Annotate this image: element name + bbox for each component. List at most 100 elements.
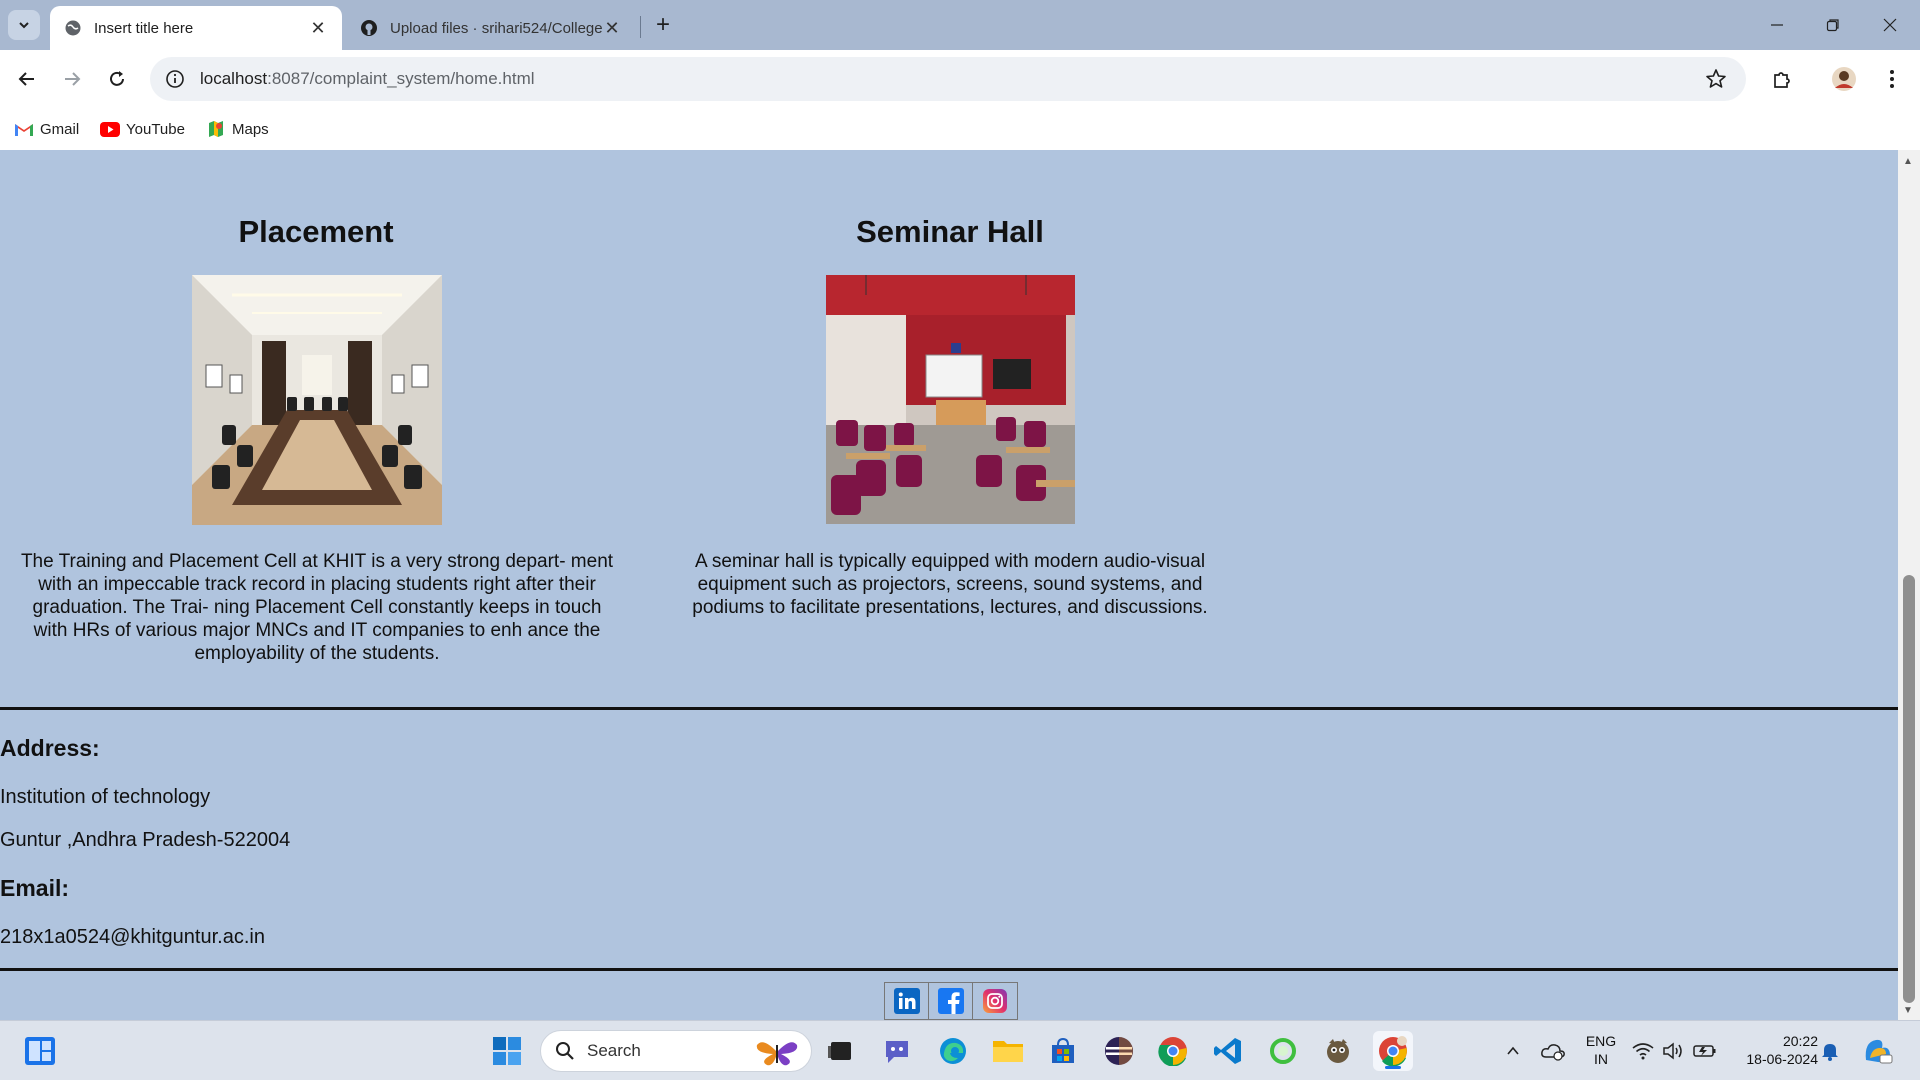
card-title-seminar-hall: Seminar Hall [856,214,1044,249]
edge-browser-icon[interactable] [933,1031,973,1071]
seminar-hall-photo [826,275,1075,524]
address-heading: Address: [0,735,100,761]
language-line-1: ENG [1585,1033,1617,1049]
language-line-2: IN [1594,1051,1608,1067]
card-description-placement: The Training and Placement Cell at KHIT … [20,551,614,664]
clock[interactable]: 20:22 18-06-2024 [1732,1032,1818,1068]
tab-insert-title[interactable]: Insert title here ✕ [50,6,342,50]
notification-bell-icon[interactable] [1815,1031,1845,1071]
email-text: 218x1a0524@khitguntur.ac.in [0,926,265,948]
github-icon [360,19,378,37]
site-info-icon[interactable] [164,68,186,90]
instagram-icon[interactable] [973,983,1017,1019]
restore-button[interactable] [1818,10,1848,40]
close-window-button[interactable] [1875,10,1905,40]
volume-icon[interactable] [1658,1031,1688,1071]
butterfly-icon [756,1042,798,1066]
microsoft-store-icon[interactable] [1043,1031,1083,1071]
wifi-icon[interactable] [1628,1031,1658,1071]
tab-search-button[interactable] [8,10,40,40]
close-icon[interactable]: ✕ [308,18,328,38]
gimp-app-icon[interactable] [1318,1031,1358,1071]
linkedin-icon[interactable] [885,983,929,1019]
vscode-icon[interactable] [1208,1031,1248,1071]
back-button[interactable] [11,63,43,95]
footer-divider [0,707,1898,710]
browser-menu-button[interactable] [1876,63,1908,95]
bookmark-gmail[interactable]: Gmail [14,116,79,142]
card-title-placement: Placement [238,214,394,249]
extensions-button[interactable] [1766,63,1798,95]
address-line-2: Guntur ,Andhra Pradesh-522004 [0,829,291,851]
task-view-icon[interactable] [821,1031,861,1071]
arrow-left-icon [18,72,34,86]
chevron-up-icon[interactable] [1493,1031,1533,1071]
bookmark-star-icon[interactable] [1704,67,1728,91]
bookmark-label: Gmail [40,120,80,138]
file-explorer-icon[interactable] [988,1031,1028,1071]
address-bar[interactable]: localhost:8087/complaint_system/home.htm… [150,57,1746,101]
search-placeholder: Search [587,1041,641,1060]
app-ring-icon[interactable] [1263,1031,1303,1071]
copilot-icon[interactable] [1858,1031,1898,1071]
tab-separator [640,16,641,38]
bookmark-maps[interactable]: Maps [206,116,269,142]
reload-button[interactable] [101,63,133,95]
globe-icon [64,19,82,37]
widgets-icon[interactable] [20,1031,60,1071]
tab-title: Insert title here [94,19,194,37]
url-text: localhost:8087/complaint_system/home.htm… [200,69,535,89]
active-app-indicator [1385,1066,1401,1069]
windows-taskbar: Search ENG IN 20:22 18-06-2024 [0,1020,1920,1080]
vertical-scrollbar[interactable]: ▲ ▼ [1898,150,1920,1020]
url-path: :8087/complaint_system/home.html [267,69,535,88]
scroll-thumb[interactable] [1903,575,1915,1003]
gmail-icon [14,121,34,137]
maps-icon [206,121,226,137]
puzzle-icon [1774,72,1790,88]
page-content: Placement The Training and Placement Cel… [0,150,1898,1020]
minimize-button[interactable] [1762,10,1792,40]
close-icon[interactable]: ✕ [602,18,622,38]
clock-time: 20:22 [1782,1033,1818,1049]
new-tab-button[interactable]: + [650,11,676,38]
facebook-icon[interactable] [929,983,973,1019]
chevron-down-icon [19,22,29,29]
scroll-up-arrow-icon[interactable]: ▲ [1903,156,1913,167]
arrow-right-icon [65,72,81,86]
reload-icon [110,71,124,86]
email-heading: Email: [0,875,70,901]
social-links [884,982,1018,1020]
language-indicator[interactable]: ENG IN [1578,1032,1624,1068]
restore-icon [1826,19,1839,32]
tab-upload-files[interactable]: Upload files · srihari524/College ✕ [346,6,636,50]
more-vert-icon [1890,70,1894,88]
taskbar-search-box[interactable]: Search [540,1030,812,1072]
battery-icon[interactable] [1690,1031,1720,1071]
windows-start-icon[interactable] [487,1031,527,1071]
tab-title: Upload files · srihari524/College [390,19,602,37]
browser-toolbar: localhost:8087/complaint_system/home.htm… [0,50,1920,108]
card-description-seminar-hall: A seminar hall is typically equipped wit… [692,551,1208,618]
footer-bottom-divider [0,968,1898,971]
chrome-icon[interactable] [1153,1031,1193,1071]
url-host: localhost [200,69,268,88]
youtube-icon [100,121,120,137]
chrome-active-icon[interactable] [1373,1031,1413,1071]
close-icon [1883,18,1897,32]
bookmark-youtube[interactable]: YouTube [100,116,185,142]
address-line-1: Institution of technology [0,786,211,808]
conference-room-photo [192,275,442,525]
minimize-icon [1771,24,1783,26]
browser-tab-bar: Insert title here ✕ Upload files · sriha… [0,0,1920,50]
profile-avatar[interactable] [1828,63,1860,95]
bookmark-label: Maps [232,120,269,138]
onedrive-sync-icon[interactable] [1533,1031,1573,1071]
avatar-icon [1832,67,1856,91]
search-icon [555,1041,575,1061]
scroll-down-arrow-icon[interactable]: ▼ [1903,1005,1913,1016]
clock-date: 18-06-2024 [1746,1051,1818,1067]
forward-button[interactable] [56,63,88,95]
teams-chat-icon[interactable] [877,1031,917,1071]
eclipse-ide-icon[interactable] [1099,1031,1139,1071]
